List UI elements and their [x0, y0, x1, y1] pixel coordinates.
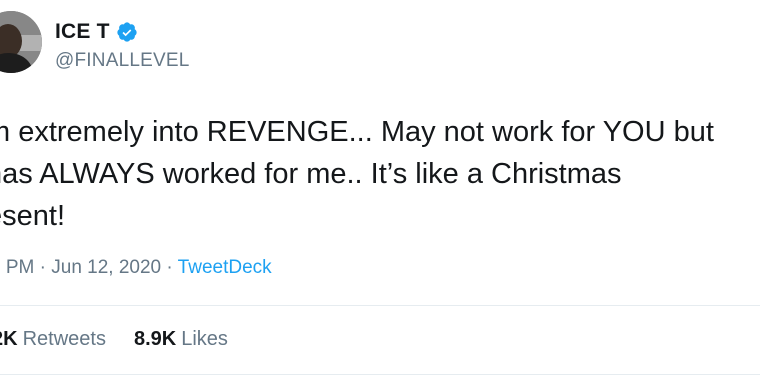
meta-separator: · — [39, 257, 46, 278]
retweets-count: 2K — [0, 328, 18, 350]
tweet-stats: 2KRetweets 8.9KLikes — [0, 328, 228, 351]
tweet-card: ICE T @FINALLEVEL m extremely into REVEN… — [0, 0, 760, 380]
likes-count: 8.9K — [133, 328, 177, 350]
author-display-name[interactable]: ICE T — [55, 20, 110, 44]
tweet-text-line: esent! — [0, 200, 65, 232]
tweet-text-line: m extremely into REVENGE... May not work… — [0, 116, 714, 148]
tweet-text-line: has ALWAYS worked for me.. It’s like a C… — [0, 158, 622, 190]
tweet-text: m extremely into REVENGE... May not work… — [0, 111, 760, 237]
verified-badge-icon — [116, 21, 138, 43]
tweet-meta: 6 PM · Jun 12, 2020 · TweetDeck — [0, 257, 272, 279]
retweets-stat[interactable]: 2KRetweets — [0, 328, 106, 351]
likes-label: Likes — [181, 328, 228, 350]
tweet-time[interactable]: 6 PM — [0, 257, 34, 278]
tweet-source-link[interactable]: TweetDeck — [178, 257, 272, 278]
likes-stat[interactable]: 8.9K Likes — [134, 328, 228, 351]
retweets-label: Retweets — [22, 328, 106, 350]
meta-separator: · — [166, 257, 173, 278]
author-handle[interactable]: @FINALLEVEL — [55, 50, 190, 72]
author-name-row[interactable]: ICE T — [55, 20, 138, 44]
author-avatar[interactable] — [0, 11, 42, 73]
divider — [0, 374, 760, 375]
tweet-date[interactable]: Jun 12, 2020 — [51, 257, 161, 278]
divider — [0, 305, 760, 306]
avatar-photo — [0, 11, 42, 73]
